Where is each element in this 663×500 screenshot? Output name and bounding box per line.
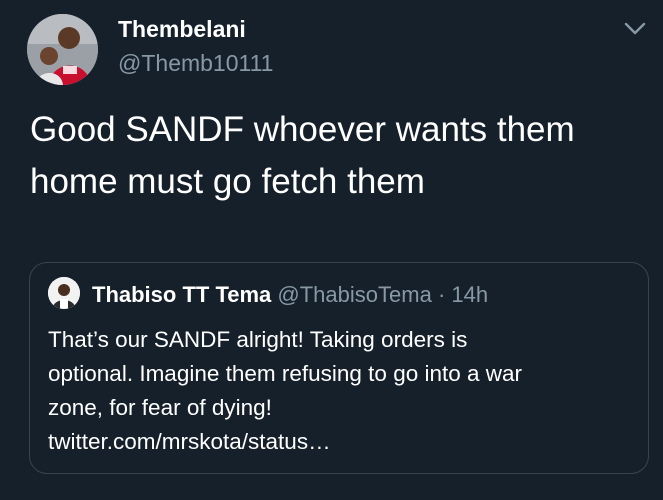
avatar-photo-icon xyxy=(27,14,98,85)
header-separator: · xyxy=(437,282,446,307)
avatar-photo-icon xyxy=(48,277,80,309)
tweet-text-line: Good SANDF whoever wants them xyxy=(30,110,575,149)
tweet: Thembelani @Themb10111 Good SANDF whoeve… xyxy=(0,0,663,500)
quoted-tweet-line: That’s our SANDF alright! Taking orders … xyxy=(48,327,468,352)
quoted-tweet-timestamp[interactable]: 14h xyxy=(451,282,488,307)
quoted-tweet-link[interactable]: twitter.com/mrskota/status… xyxy=(48,429,331,454)
quoted-tweet-line: zone, for fear of dying! xyxy=(48,395,272,420)
tweet-text-line: home must go fetch them xyxy=(30,162,425,201)
chevron-down-icon[interactable] xyxy=(622,20,648,38)
author-display-name[interactable]: Thembelani xyxy=(118,14,273,44)
quoted-author-handle[interactable]: @ThabisoTema xyxy=(277,282,431,307)
quoted-tweet-header: Thabiso TT Tema @ThabisoTema · 14h xyxy=(92,281,488,309)
tweet-text: Good SANDF whoever wants them home must … xyxy=(30,104,650,208)
quoted-author-display-name[interactable]: Thabiso TT Tema xyxy=(92,282,271,307)
quoted-author-avatar[interactable] xyxy=(48,277,80,309)
author-avatar[interactable] xyxy=(27,14,98,85)
author-handle[interactable]: @Themb10111 xyxy=(118,48,273,78)
quoted-tweet-line: optional. Imagine them refusing to go in… xyxy=(48,361,523,386)
author-info: Thembelani @Themb10111 xyxy=(118,14,273,78)
quoted-tweet-card[interactable]: Thabiso TT Tema @ThabisoTema · 14h That’… xyxy=(29,262,649,474)
quoted-tweet-text: That’s our SANDF alright! Taking orders … xyxy=(48,323,628,459)
